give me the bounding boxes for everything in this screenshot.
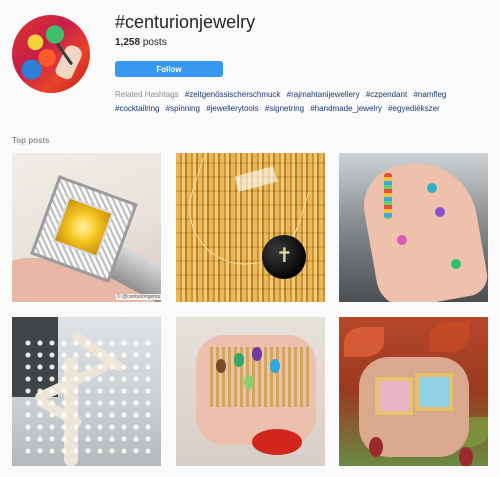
- square-ring: [415, 373, 453, 411]
- follow-button[interactable]: Follow: [115, 61, 223, 77]
- related-hashtags: Related Hashtags #zeitgenössischerschmuc…: [115, 88, 500, 120]
- gem: [427, 183, 437, 193]
- post-tile[interactable]: [176, 153, 325, 302]
- gem: [451, 259, 461, 269]
- related-hashtag-link[interactable]: #namfleg: [413, 90, 446, 99]
- nail: [369, 437, 383, 457]
- posts-count-label: posts: [142, 37, 167, 48]
- gem: [252, 347, 262, 361]
- related-hashtag-link[interactable]: #handmade_jewelry: [310, 104, 382, 113]
- gem: [244, 375, 254, 389]
- stacked-rings: [384, 173, 392, 219]
- post-tile[interactable]: [339, 153, 488, 302]
- red-nail: [252, 429, 302, 455]
- leaf: [429, 322, 469, 352]
- related-hashtag-link[interactable]: #czpendant: [366, 90, 407, 99]
- related-hashtag-link[interactable]: #spinning: [166, 104, 200, 113]
- posts-count-number: 1,258: [115, 37, 141, 48]
- watermark-text: © @centuriongems: [116, 294, 161, 300]
- gem: [397, 235, 407, 245]
- post-tile[interactable]: [339, 317, 488, 466]
- related-hashtag-link[interactable]: #cocktailring: [115, 104, 159, 113]
- related-hashtag-link[interactable]: #signetring: [265, 104, 304, 113]
- post-tile[interactable]: [176, 317, 325, 466]
- square-ring: [375, 377, 413, 415]
- black-pendant: [262, 235, 306, 279]
- related-hashtags-label: Related Hashtags: [115, 90, 179, 99]
- hashtag-title: #centurionjewelry: [115, 12, 256, 32]
- leaf: [344, 327, 384, 357]
- related-hashtag-link[interactable]: #egyediékszer: [388, 104, 440, 113]
- post-tile[interactable]: © @centuriongems: [12, 153, 161, 302]
- gem: [216, 359, 226, 373]
- post-tile[interactable]: [12, 317, 161, 466]
- pearls: [22, 337, 152, 457]
- related-hashtag-link[interactable]: #jewellerytools: [206, 104, 258, 113]
- related-hashtag-link[interactable]: #rajmahtanijewellery: [287, 90, 360, 99]
- nail: [459, 447, 473, 466]
- hand-shape: [357, 154, 488, 302]
- top-posts-heading: Top posts: [12, 136, 50, 145]
- gem: [234, 353, 244, 367]
- posts-count: 1,258 posts: [115, 37, 167, 48]
- hashtag-avatar: [12, 15, 90, 93]
- gem: [435, 207, 445, 217]
- gem: [270, 359, 280, 373]
- related-hashtag-link[interactable]: #zeitgenössischerschmuck: [185, 90, 281, 99]
